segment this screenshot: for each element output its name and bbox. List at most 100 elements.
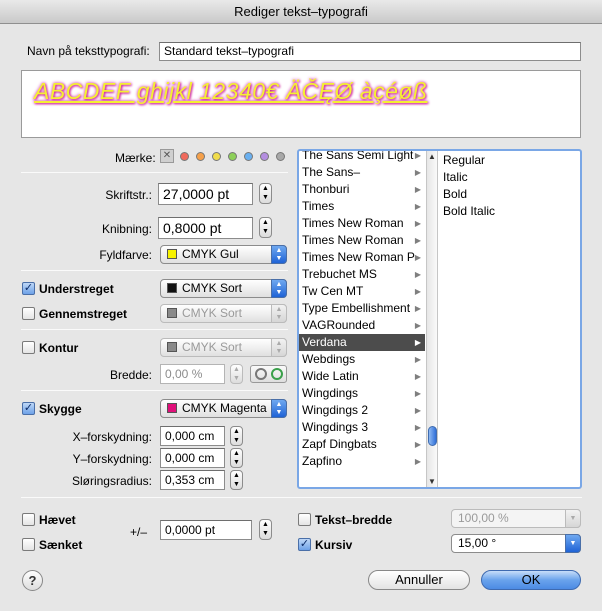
underline-color-popup[interactable]: CMYK Sort ▲ ▼ <box>160 279 287 298</box>
strikethrough-color-swatch <box>167 308 177 318</box>
font-family-item[interactable]: Times New Roman P ▶ <box>299 249 425 266</box>
font-family-item[interactable]: Times New Roman ▶ <box>299 215 425 232</box>
font-family-name: Type Embellishment <box>302 301 411 315</box>
shadow-color-popup[interactable]: CMYK Magenta ▲ ▼ <box>160 399 287 418</box>
scroll-thumb[interactable] <box>428 426 437 446</box>
shadow-y-offset-input[interactable]: 0,000 cm <box>160 448 225 468</box>
help-button[interactable]: ? <box>22 570 43 591</box>
marker-none-icon[interactable]: ✕ <box>160 149 174 163</box>
scroll-up-arrow-icon[interactable]: ▲ <box>428 152 436 161</box>
underline-checkbox[interactable]: ✓ <box>22 282 35 295</box>
font-style-item[interactable]: Bold Italic <box>439 203 579 220</box>
font-family-item[interactable]: Wingdings 2 ▶ <box>299 402 425 419</box>
separator <box>21 270 288 271</box>
font-family-item[interactable]: VAGRounded ▶ <box>299 317 425 334</box>
popup-arrows-icon: ▲ ▼ <box>271 338 287 357</box>
font-family-item[interactable]: Times New Roman ▶ <box>299 232 425 249</box>
font-family-name: Times New Roman P <box>302 250 415 264</box>
strikethrough-checkbox[interactable] <box>22 307 35 320</box>
shadow-blur-stepper[interactable]: ▲ ▼ <box>230 470 243 490</box>
outline-width-input[interactable]: 0,00 % <box>160 364 225 384</box>
submenu-arrow-icon: ▶ <box>414 270 421 279</box>
italic-checkbox[interactable]: ✓ <box>298 538 311 551</box>
text-width-label: Tekst–bredde <box>315 513 393 527</box>
shadow-checkbox[interactable]: ✓ <box>22 402 35 415</box>
font-family-item[interactable]: Wingdings 3 ▶ <box>299 419 425 436</box>
separator <box>21 390 288 391</box>
marker-color-dot[interactable] <box>244 152 253 161</box>
outline-color-popup[interactable]: CMYK Sort ▲ ▼ <box>160 338 287 357</box>
font-size-input[interactable]: 27,0000 pt <box>158 183 253 205</box>
font-family-item[interactable]: Wingdings ▶ <box>299 385 425 402</box>
font-family-name: Times <box>302 199 335 213</box>
font-family-item[interactable]: Zapf Dingbats ▶ <box>299 436 425 453</box>
cancel-button[interactable]: Annuller <box>368 570 470 590</box>
offset-input[interactable]: 0,0000 pt <box>160 520 252 540</box>
raised-label: Hævet <box>39 513 76 527</box>
font-style-list[interactable]: Regular Italic Bold Bold Italic <box>439 151 579 487</box>
text-width-combo[interactable]: 100,00 % ▼ <box>451 509 581 528</box>
popup-arrows-icon: ▲ ▼ <box>271 279 287 298</box>
style-name-input[interactable]: Standard tekst–typografi <box>159 42 581 61</box>
raised-checkbox[interactable] <box>22 513 35 526</box>
font-style-item[interactable]: Bold <box>439 186 579 203</box>
font-style-item[interactable]: Italic <box>439 169 579 186</box>
submenu-arrow-icon: ▶ <box>414 202 421 211</box>
font-family-item[interactable]: Times ▶ <box>299 198 425 215</box>
ok-button[interactable]: OK <box>481 570 581 590</box>
strikethrough-color-popup[interactable]: CMYK Sort ▲ ▼ <box>160 304 287 323</box>
marker-color-dot[interactable] <box>260 152 269 161</box>
shadow-y-offset-stepper[interactable]: ▲ ▼ <box>230 448 243 468</box>
font-family-item[interactable]: Verdana ▶ <box>299 334 425 351</box>
shadow-blur-input[interactable]: 0,353 cm <box>160 470 225 490</box>
shadow-x-offset-input[interactable]: 0,000 cm <box>160 426 225 446</box>
outline-join-miter-icon[interactable] <box>271 368 283 380</box>
marker-color-dot[interactable] <box>276 152 285 161</box>
underline-label: Understreget <box>39 282 114 296</box>
kerning-label: Knibning: <box>101 222 152 236</box>
outline-join-buttons[interactable] <box>250 365 287 383</box>
font-browser[interactable]: The Sans Semi Light ▶ The Sans– ▶ Thonburi ▶ T… <box>297 149 582 489</box>
font-family-name: Trebuchet MS <box>302 267 377 281</box>
popup-arrows-icon: ▲ ▼ <box>271 245 287 264</box>
fill-color-value: CMYK Gul <box>182 247 239 261</box>
italic-angle-combo[interactable]: 15,00 ° ▼ <box>451 534 581 553</box>
font-family-item[interactable]: Trebuchet MS ▶ <box>299 266 425 283</box>
separator <box>21 329 288 330</box>
font-family-item[interactable]: Thonburi ▶ <box>299 181 425 198</box>
marker-color-dot[interactable] <box>196 152 205 161</box>
font-list-scrollbar[interactable]: ▲ ▼ <box>426 151 438 487</box>
kerning-stepper[interactable]: ▲ ▼ <box>259 217 272 238</box>
outline-checkbox[interactable] <box>22 341 35 354</box>
font-family-name: Webdings <box>302 352 356 366</box>
outline-join-round-icon[interactable] <box>255 368 267 380</box>
kerning-input[interactable]: 0,8000 pt <box>158 217 253 239</box>
fill-color-label: Fyldfarve: <box>99 248 152 262</box>
text-width-checkbox[interactable] <box>298 513 311 526</box>
lowered-checkbox[interactable] <box>22 538 35 551</box>
submenu-arrow-icon: ▶ <box>414 168 421 177</box>
strikethrough-label: Gennemstreget <box>39 307 128 321</box>
font-family-item[interactable]: The Sans Semi Light ▶ <box>299 151 425 164</box>
offset-stepper[interactable]: ▲ ▼ <box>259 519 272 540</box>
font-style-item[interactable]: Regular <box>439 152 579 169</box>
outline-width-stepper[interactable]: ▲ ▼ <box>230 364 243 384</box>
font-family-list[interactable]: The Sans Semi Light ▶ The Sans– ▶ Thonburi ▶ T… <box>299 151 425 483</box>
marker-label: Mærke: <box>115 151 156 165</box>
font-family-item[interactable]: Wide Latin ▶ <box>299 368 425 385</box>
submenu-arrow-icon: ▶ <box>414 338 421 347</box>
font-family-item[interactable]: Zapfino ▶ <box>299 453 425 470</box>
font-size-stepper[interactable]: ▲ ▼ <box>259 183 272 204</box>
marker-color-dot[interactable] <box>228 152 237 161</box>
scroll-down-arrow-icon[interactable]: ▼ <box>428 477 436 486</box>
submenu-arrow-icon: ▶ <box>414 185 421 194</box>
marker-color-dot[interactable] <box>180 152 189 161</box>
font-family-item[interactable]: Tw Cen MT ▶ <box>299 283 425 300</box>
fill-color-popup[interactable]: CMYK Gul ▲ ▼ <box>160 245 287 264</box>
font-family-item[interactable]: Webdings ▶ <box>299 351 425 368</box>
font-family-item[interactable]: The Sans– ▶ <box>299 164 425 181</box>
font-family-item[interactable]: Type Embellishment ▶ <box>299 300 425 317</box>
shadow-x-offset-stepper[interactable]: ▲ ▼ <box>230 426 243 446</box>
marker-color-dot[interactable] <box>212 152 221 161</box>
shadow-color-value: CMYK Magenta <box>182 401 267 415</box>
